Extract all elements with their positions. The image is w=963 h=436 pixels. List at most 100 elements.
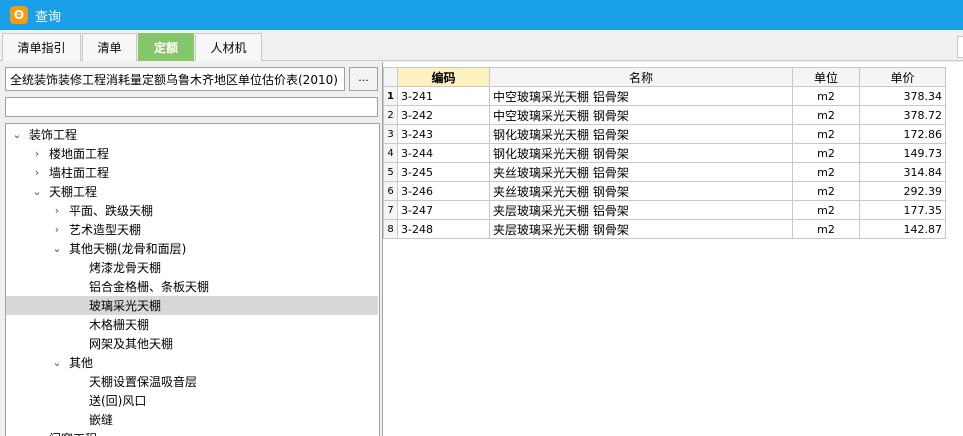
name-cell[interactable]: 钢化玻璃采光天棚 铝骨架 (489, 124, 793, 144)
name-cell[interactable]: 中空玻璃采光天棚 钢骨架 (489, 105, 793, 125)
tree-node[interactable]: ⌄ 其他 (6, 353, 378, 372)
tree-node-label: 烤漆龙骨天棚 (89, 261, 162, 275)
code-cell[interactable]: 3-243 (397, 124, 490, 144)
tree-node[interactable]: › 艺术造型天棚 (6, 220, 378, 239)
price-cell[interactable]: 142.87 (859, 219, 946, 239)
chevron-right-icon[interactable]: › (50, 223, 64, 236)
tree-node[interactable]: ⌄ 天棚工程 (6, 182, 378, 201)
tree-node[interactable]: › 平面、跌级天棚 (6, 201, 378, 220)
name-cell[interactable]: 夹丝玻璃采光天棚 铝骨架 (489, 162, 793, 182)
tree-node[interactable]: › 墙柱面工程 (6, 163, 378, 182)
row-number-cell[interactable]: 1 (383, 86, 398, 106)
unit-cell[interactable]: m2 (792, 124, 860, 144)
corner-button[interactable] (957, 36, 963, 58)
tree-node[interactable]: ⌄ 其他天棚(龙骨和面层) (6, 239, 378, 258)
tree-node-label: 门窗工程 (49, 430, 97, 436)
tree-node[interactable]: ⌄ 装饰工程 (6, 125, 378, 144)
price-cell[interactable]: 378.72 (859, 105, 946, 125)
app-logo-icon: ʘ (10, 6, 28, 24)
table-row[interactable]: 3 3-243 钢化玻璃采光天棚 铝骨架 m2 172.86 (383, 124, 946, 144)
price-cell[interactable]: 149.73 (859, 143, 946, 163)
tab-label: 人材机 (210, 41, 247, 55)
row-number-cell[interactable]: 3 (383, 124, 398, 144)
name-cell[interactable]: 钢化玻璃采光天棚 钢骨架 (489, 143, 793, 163)
unit-cell[interactable]: m2 (792, 105, 860, 125)
chevron-down-icon[interactable]: ⌄ (30, 185, 44, 198)
row-number-cell[interactable]: 4 (383, 143, 398, 163)
tree-node[interactable]: › 楼地面工程 (6, 144, 378, 163)
unit-cell[interactable]: m2 (792, 181, 860, 201)
table-row[interactable]: 8 3-248 夹层玻璃采光天棚 钢骨架 m2 142.87 (383, 219, 946, 239)
tab-labor-material[interactable]: 人材机 (195, 33, 262, 61)
tab-label: 清单指引 (17, 41, 66, 55)
tree-node[interactable]: 嵌缝 (6, 410, 378, 429)
price-cell[interactable]: 292.39 (859, 181, 946, 201)
table-row[interactable]: 5 3-245 夹丝玻璃采光天棚 铝骨架 m2 314.84 (383, 162, 946, 182)
unit-cell[interactable]: m2 (792, 143, 860, 163)
chevron-right-icon[interactable]: › (50, 204, 64, 217)
price-cell[interactable]: 314.84 (859, 162, 946, 182)
tree-node[interactable]: 玻璃采光天棚 (6, 296, 378, 315)
results-grid: 编码 名称 单位 单价 1 3-241 中空玻璃采光天棚 铝骨架 m2 378.34 2 3… (383, 67, 946, 239)
chevron-down-icon[interactable]: ⌄ (50, 242, 64, 255)
chevron-right-icon[interactable]: › (30, 147, 44, 160)
tree-node-label: 天棚设置保温吸音层 (89, 375, 198, 389)
unit-cell[interactable]: m2 (792, 162, 860, 182)
price-column-header[interactable]: 单价 (859, 67, 946, 87)
tab-list[interactable]: 清单 (82, 33, 137, 61)
row-number-cell[interactable]: 8 (383, 219, 398, 239)
name-cell[interactable]: 夹层玻璃采光天棚 铝骨架 (489, 200, 793, 220)
table-row[interactable]: 6 3-246 夹丝玻璃采光天棚 钢骨架 m2 292.39 (383, 181, 946, 201)
chevron-down-icon[interactable]: ⌄ (50, 356, 64, 369)
browse-library-button[interactable]: ... (349, 67, 378, 91)
name-column-header[interactable]: 名称 (489, 67, 793, 87)
table-row[interactable]: 7 3-247 夹层玻璃采光天棚 铝骨架 m2 177.35 (383, 200, 946, 220)
code-cell[interactable]: 3-247 (397, 200, 490, 220)
tree-node-label: 装饰工程 (29, 128, 78, 142)
search-input[interactable] (5, 97, 378, 117)
code-cell[interactable]: 3-246 (397, 181, 490, 201)
row-number-cell[interactable]: 5 (383, 162, 398, 182)
tree-node-label: 网架及其他天棚 (89, 337, 174, 351)
row-number-cell[interactable]: 6 (383, 181, 398, 201)
row-number-cell[interactable]: 7 (383, 200, 398, 220)
unit-cell[interactable]: m2 (792, 219, 860, 239)
name-cell[interactable]: 中空玻璃采光天棚 铝骨架 (489, 86, 793, 106)
chevron-right-icon[interactable]: › (30, 432, 44, 436)
chevron-down-icon[interactable]: ⌄ (10, 128, 24, 141)
unit-cell[interactable]: m2 (792, 200, 860, 220)
code-column-header[interactable]: 编码 (397, 67, 490, 87)
tree-node[interactable]: 烤漆龙骨天棚 (6, 258, 378, 277)
row-number-cell[interactable]: 2 (383, 105, 398, 125)
tree-node[interactable]: 天棚设置保温吸音层 (6, 372, 378, 391)
title-bar: ʘ 查询 (0, 0, 963, 30)
code-cell[interactable]: 3-245 (397, 162, 490, 182)
name-cell[interactable]: 夹层玻璃采光天棚 钢骨架 (489, 219, 793, 239)
tree-node[interactable]: 送(回)风口 (6, 391, 378, 410)
name-cell[interactable]: 夹丝玻璃采光天棚 钢骨架 (489, 181, 793, 201)
tree-node[interactable]: › 门窗工程 (6, 429, 378, 436)
table-row[interactable]: 2 3-242 中空玻璃采光天棚 钢骨架 m2 378.72 (383, 105, 946, 125)
tab-list-guide[interactable]: 清单指引 (2, 33, 81, 61)
price-cell[interactable]: 177.35 (859, 200, 946, 220)
tree-node-label: 铝合金格栅、条板天棚 (89, 280, 210, 294)
code-cell[interactable]: 3-241 (397, 86, 490, 106)
table-row[interactable]: 4 3-244 钢化玻璃采光天棚 钢骨架 m2 149.73 (383, 143, 946, 163)
price-cell[interactable]: 378.34 (859, 86, 946, 106)
table-row[interactable]: 1 3-241 中空玻璃采光天棚 铝骨架 m2 378.34 (383, 86, 946, 106)
unit-column-header[interactable]: 单位 (792, 67, 860, 87)
chevron-right-icon[interactable]: › (30, 166, 44, 179)
tree-node-label: 其他 (69, 356, 94, 370)
tree-node[interactable]: 网架及其他天棚 (6, 334, 378, 353)
code-cell[interactable]: 3-244 (397, 143, 490, 163)
window-title: 查询 (35, 9, 62, 25)
tree-node[interactable]: 木格栅天棚 (6, 315, 378, 334)
tree-node-label: 嵌缝 (89, 413, 114, 427)
price-cell[interactable]: 172.86 (859, 124, 946, 144)
unit-cell[interactable]: m2 (792, 86, 860, 106)
tree-node[interactable]: 铝合金格栅、条板天棚 (6, 277, 378, 296)
library-select[interactable]: 全统装饰装修工程消耗量定额乌鲁木齐地区单位估价表(2010) (5, 67, 345, 91)
code-cell[interactable]: 3-242 (397, 105, 490, 125)
tab-quota[interactable]: 定额 (138, 33, 194, 61)
code-cell[interactable]: 3-248 (397, 219, 490, 239)
